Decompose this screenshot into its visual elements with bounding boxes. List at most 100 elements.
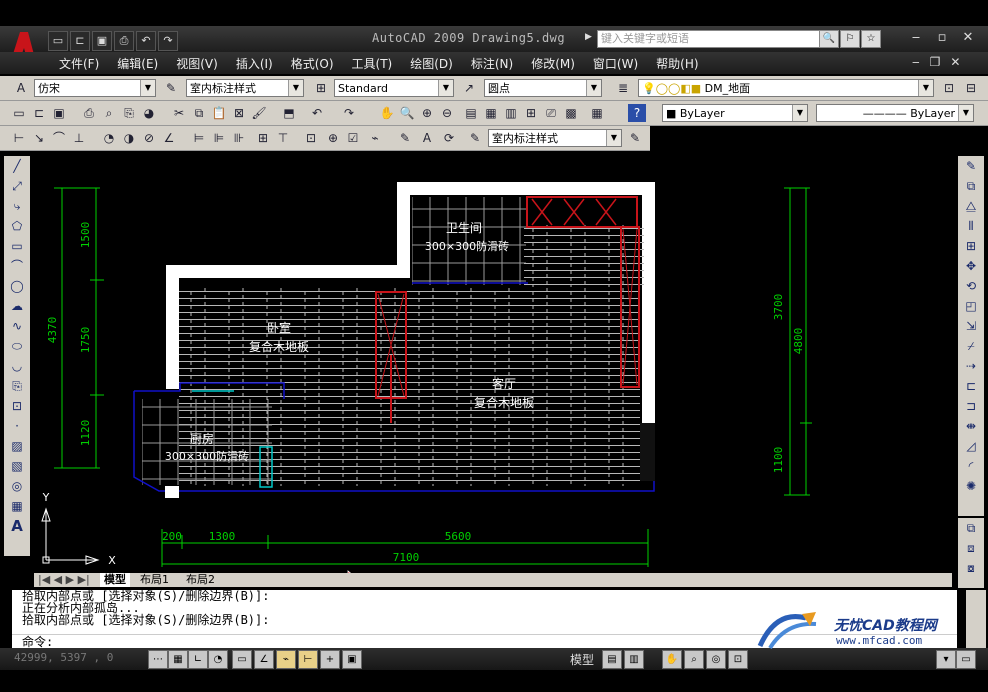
text-style-icon[interactable]: A — [12, 79, 30, 97]
rotate-icon[interactable]: ⟲ — [960, 277, 982, 296]
linetype-select[interactable]: ———— ByLayer ▼ — [816, 104, 974, 122]
send-back-icon[interactable]: ⧈ — [960, 539, 982, 558]
trim-icon[interactable]: ⌿ — [960, 337, 982, 356]
dim-style-select[interactable]: 室内标注样式 ▼ — [186, 79, 304, 97]
hatch-icon[interactable]: ▨ — [6, 437, 28, 456]
calculator-icon[interactable]: ▦ — [588, 104, 606, 122]
model-space-label[interactable]: 模型 — [570, 651, 594, 668]
tab-layout1[interactable]: 布局1 — [140, 573, 169, 587]
aligned-dim-icon[interactable]: ↘ — [30, 129, 48, 147]
array-icon[interactable]: ⊞ — [960, 237, 982, 256]
table-icon[interactable]: ▦ — [6, 497, 28, 516]
undo-icon[interactable]: ↶ — [308, 104, 326, 122]
dim-break-icon[interactable]: ⊤ — [274, 129, 292, 147]
redo-icon[interactable]: ↷ — [340, 104, 358, 122]
scale-icon[interactable]: ◰ — [960, 297, 982, 316]
zoom-icon[interactable]: ⌕ — [684, 650, 704, 669]
copy-object-icon[interactable]: ⧉ — [960, 177, 982, 196]
properties-icon[interactable]: ▤ — [462, 104, 480, 122]
lineweight-icon[interactable]: + — [320, 650, 340, 669]
multileader-style-select[interactable]: 圆点 ▼ — [484, 79, 602, 97]
snap-mode-icon[interactable]: ⋯ — [148, 650, 168, 669]
grid-display-icon[interactable]: ▦ — [168, 650, 188, 669]
menu-view[interactable]: 视图(V) — [167, 55, 227, 72]
quick-view-drawings-icon[interactable]: ▥ — [624, 650, 644, 669]
point-icon[interactable]: · — [6, 417, 28, 436]
cut-icon[interactable]: ✂ — [170, 104, 188, 122]
chevron-down-icon[interactable]: ▼ — [792, 105, 807, 121]
ordinate-dim-icon[interactable]: ⊥ — [70, 129, 88, 147]
menu-modify[interactable]: 修改(M) — [522, 55, 584, 72]
plot-preview-icon[interactable]: ⌕ — [100, 104, 118, 122]
region-icon[interactable]: ◎ — [6, 477, 28, 496]
publish-icon[interactable]: ⎘ — [120, 104, 138, 122]
pan-icon[interactable]: ✋ — [662, 650, 682, 669]
angular-dim-icon[interactable]: ∠ — [160, 129, 178, 147]
block-editor-icon[interactable]: ⬒ — [280, 104, 298, 122]
center-mark-icon[interactable]: ⊕ — [324, 129, 342, 147]
maximize-icon[interactable]: ▫ — [932, 30, 952, 45]
menu-dimension[interactable]: 标注(N) — [462, 55, 522, 72]
undo-icon[interactable]: ↶ — [136, 31, 156, 51]
text-font-select[interactable]: 仿宋 ▼ — [34, 79, 156, 97]
radius-dim-icon[interactable]: ◔ — [100, 129, 118, 147]
inspection-icon[interactable]: ☑ — [344, 129, 362, 147]
arc-icon[interactable]: ⌒ — [6, 257, 28, 276]
copy-icon[interactable]: ⧉ — [190, 104, 208, 122]
dim-style-manager-icon[interactable]: ✎ — [626, 129, 644, 147]
menu-window[interactable]: 窗口(W) — [584, 55, 647, 72]
ellipse-arc-icon[interactable]: ◡ — [6, 357, 28, 376]
redo-icon[interactable]: ↷ — [158, 31, 178, 51]
save-icon[interactable]: ▣ — [50, 104, 68, 122]
showmotion-icon[interactable]: ⊡ — [728, 650, 748, 669]
bring-front-icon[interactable]: ⧉ — [960, 519, 982, 538]
move-icon[interactable]: ✥ — [960, 257, 982, 276]
circle-icon[interactable]: ◯ — [6, 277, 28, 296]
color-select[interactable]: ■ ByLayer ▼ — [662, 104, 808, 122]
diameter-dim-icon[interactable]: ⊘ — [140, 129, 158, 147]
join-icon[interactable]: ⇼ — [960, 417, 982, 436]
spline-icon[interactable]: ∿ — [6, 317, 28, 336]
menu-format[interactable]: 格式(O) — [282, 55, 343, 72]
chevron-down-icon[interactable]: ▼ — [918, 80, 933, 96]
multileader-style-icon[interactable]: ↗ — [460, 79, 478, 97]
ellipse-icon[interactable]: ⬭ — [6, 337, 28, 356]
jogged-dim-icon[interactable]: ◑ — [120, 129, 138, 147]
baseline-dim-icon[interactable]: ⊫ — [210, 129, 228, 147]
mtext-icon[interactable]: A — [6, 517, 28, 536]
polygon-icon[interactable]: ⬠ — [6, 217, 28, 236]
status-menu-icon[interactable]: ▾ — [936, 650, 956, 669]
communication-icon[interactable]: ⚐ — [840, 30, 860, 48]
chevron-down-icon[interactable]: ▼ — [140, 80, 155, 96]
linear-dim-icon[interactable]: ⊢ — [10, 129, 28, 147]
dim-style-icon[interactable]: ✎ — [162, 79, 180, 97]
layer-manager-icon[interactable]: ≣ — [614, 79, 632, 97]
make-layer-current-icon[interactable]: ⊡ — [940, 79, 958, 97]
plot-icon[interactable]: ⎙ — [80, 104, 98, 122]
doc-minimize-icon[interactable]: ‒ — [912, 55, 920, 69]
gradient-icon[interactable]: ▧ — [6, 457, 28, 476]
menu-tools[interactable]: 工具(T) — [343, 55, 402, 72]
close-icon[interactable]: ✕ — [958, 30, 978, 45]
dim-edit-icon[interactable]: ✎ — [396, 129, 414, 147]
menu-insert[interactable]: 插入(I) — [227, 55, 282, 72]
ortho-mode-icon[interactable]: ∟ — [188, 650, 208, 669]
quick-view-layouts-icon[interactable]: ▤ — [602, 650, 622, 669]
clean-screen-icon[interactable]: ▭ — [956, 650, 976, 669]
search-arrow-icon[interactable]: ▶ — [585, 32, 592, 42]
favorites-star-icon[interactable]: ☆ — [861, 30, 881, 48]
doc-restore-icon[interactable]: ❐ — [930, 55, 941, 69]
line-icon[interactable]: ╱ — [6, 157, 28, 176]
chevron-down-icon[interactable]: ▼ — [958, 105, 973, 121]
pan-icon[interactable]: ✋ — [378, 104, 396, 122]
object-snap-tracking-icon[interactable]: ∠ — [254, 650, 274, 669]
doc-close-icon[interactable]: ✕ — [950, 55, 960, 69]
break-icon[interactable]: ⊐ — [960, 397, 982, 416]
polyline-icon[interactable]: ⤷ — [6, 197, 28, 216]
menu-help[interactable]: 帮助(H) — [647, 55, 707, 72]
command-scrollbar[interactable] — [966, 590, 986, 648]
construction-line-icon[interactable]: ⤢ — [6, 177, 28, 196]
break-at-point-icon[interactable]: ⊏ — [960, 377, 982, 396]
paste-icon[interactable]: 📋 — [210, 104, 228, 122]
layer-previous-icon[interactable]: ⊟ — [962, 79, 980, 97]
